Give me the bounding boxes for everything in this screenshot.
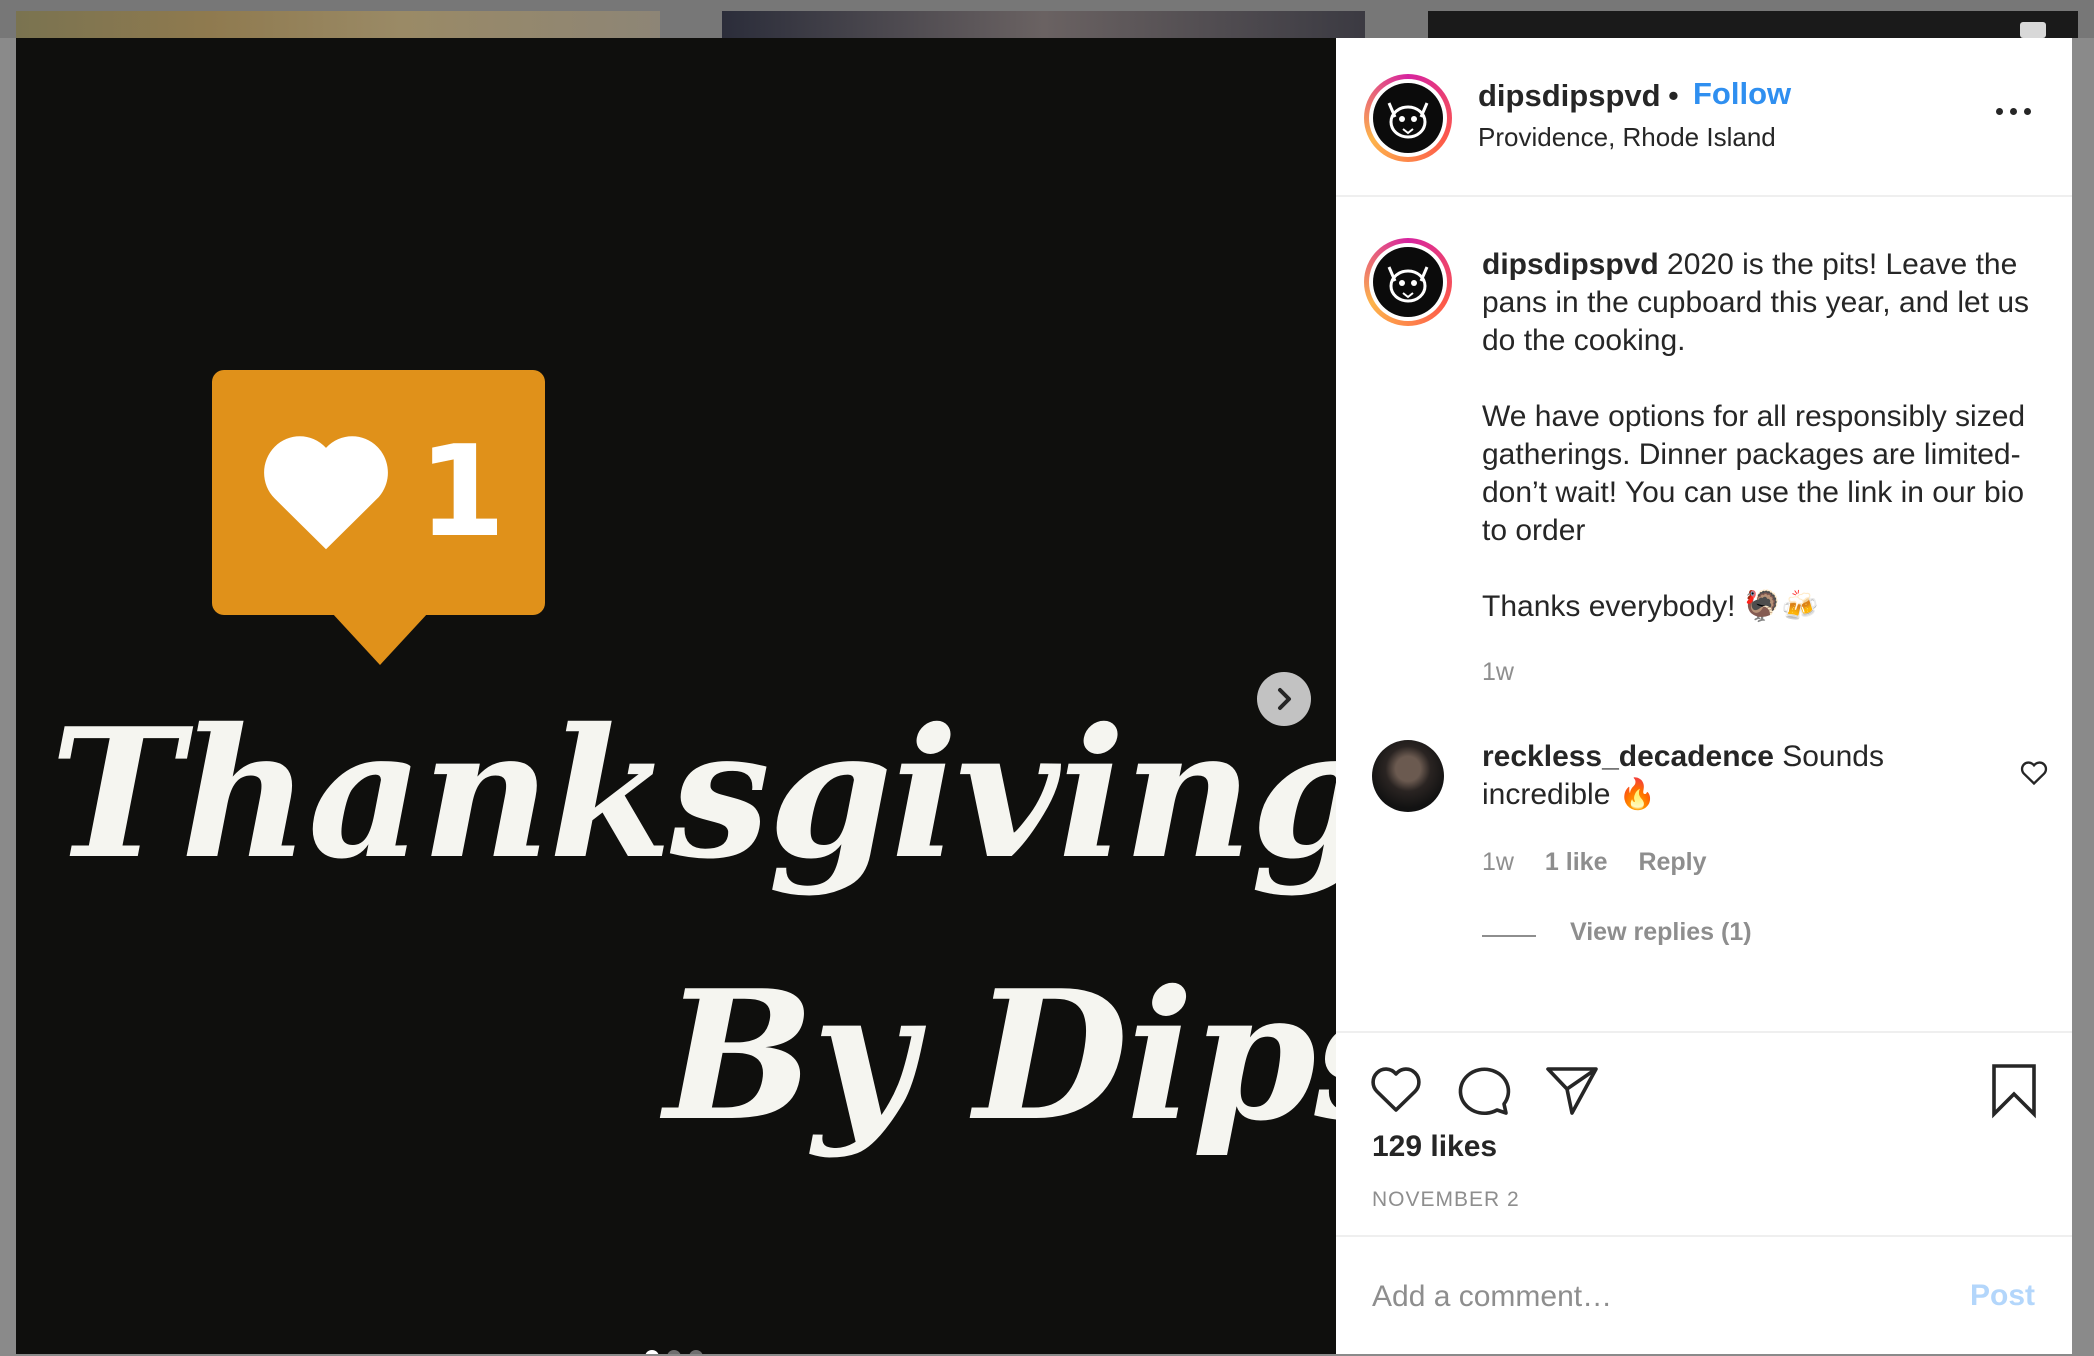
post-header: dipsdipspvd • Follow Providence, Rhode I… bbox=[1336, 38, 2072, 197]
post-media: 1 Thanksgiving By Dips bbox=[16, 38, 1336, 1354]
image-title-line1: Thanksgiving bbox=[50, 689, 1336, 898]
caption-username[interactable]: dipsdipspvd bbox=[1482, 248, 1659, 281]
image-title-line2: By Dips bbox=[664, 951, 1336, 1160]
comment-like-icon[interactable] bbox=[2020, 760, 2048, 786]
comment-meta: 1w 1 like Reply bbox=[1482, 848, 1731, 877]
comment-input[interactable] bbox=[1372, 1275, 1932, 1319]
location-link[interactable]: Providence, Rhode Island bbox=[1478, 122, 1776, 153]
like-notification-bubble: 1 bbox=[212, 370, 545, 615]
feed-thumbnail[interactable] bbox=[1428, 11, 2078, 38]
reply-button[interactable]: Reply bbox=[1638, 848, 1706, 876]
actions-divider bbox=[1336, 1031, 2072, 1034]
header-username[interactable]: dipsdipspvd bbox=[1478, 78, 1661, 114]
like-count[interactable]: 129 likes bbox=[1372, 1130, 1497, 1164]
post-sidebar: dipsdipspvd • Follow Providence, Rhode I… bbox=[1336, 38, 2072, 1354]
post-date[interactable]: NOVEMBER 2 bbox=[1372, 1188, 1520, 1212]
view-replies-button[interactable]: View replies (1) bbox=[1570, 918, 1752, 947]
notification-count: 1 bbox=[418, 418, 506, 565]
comment-likes[interactable]: 1 like bbox=[1545, 848, 1608, 876]
carousel-dot-active bbox=[645, 1350, 659, 1354]
comment-text: reckless_decadence Sounds incredible 🔥 bbox=[1482, 738, 1962, 814]
follow-button[interactable]: Follow bbox=[1693, 76, 1791, 112]
caption-text: dipsdipspvd 2020 is the pits! Leave the … bbox=[1482, 246, 2052, 626]
feed-thumbnail[interactable] bbox=[16, 11, 660, 38]
add-comment-bar: Post bbox=[1336, 1235, 2072, 1356]
bookmark-icon[interactable] bbox=[1984, 1060, 2044, 1120]
cat-logo-icon bbox=[1387, 102, 1429, 139]
more-options-button[interactable] bbox=[1994, 102, 2034, 122]
next-slide-button[interactable] bbox=[1257, 672, 1311, 726]
caption-timestamp[interactable]: 1w bbox=[1482, 658, 1514, 687]
overlay-edge bbox=[2072, 38, 2094, 1354]
comment-timestamp[interactable]: 1w bbox=[1482, 848, 1514, 876]
heart-icon[interactable] bbox=[1366, 1060, 1426, 1120]
comment-username[interactable]: reckless_decadence bbox=[1482, 740, 1774, 773]
feed-thumbnail[interactable] bbox=[722, 11, 1365, 38]
profile-avatar[interactable] bbox=[1364, 74, 1452, 162]
heart-icon bbox=[264, 436, 388, 550]
comment-icon[interactable] bbox=[1454, 1060, 1514, 1120]
paper-plane-icon[interactable] bbox=[1542, 1060, 1602, 1120]
more-horizontal-icon bbox=[1996, 108, 2003, 115]
post-comment-button[interactable]: Post bbox=[1970, 1279, 2035, 1313]
carousel-dot bbox=[667, 1350, 681, 1354]
carousel-dot bbox=[689, 1350, 703, 1354]
carousel-indicator bbox=[645, 1350, 703, 1354]
caption-avatar[interactable] bbox=[1364, 238, 1452, 326]
cat-logo-icon bbox=[1387, 266, 1429, 303]
header-separator: • bbox=[1668, 78, 1679, 113]
replies-divider bbox=[1482, 935, 1536, 937]
chevron-right-icon bbox=[1278, 688, 1291, 710]
notification-bubble-tail bbox=[332, 613, 428, 665]
commenter-avatar[interactable] bbox=[1372, 740, 1444, 812]
multiple-posts-icon bbox=[2020, 22, 2046, 38]
caption-body: 2020 is the pits! Leave the pans in the … bbox=[1482, 248, 2030, 623]
